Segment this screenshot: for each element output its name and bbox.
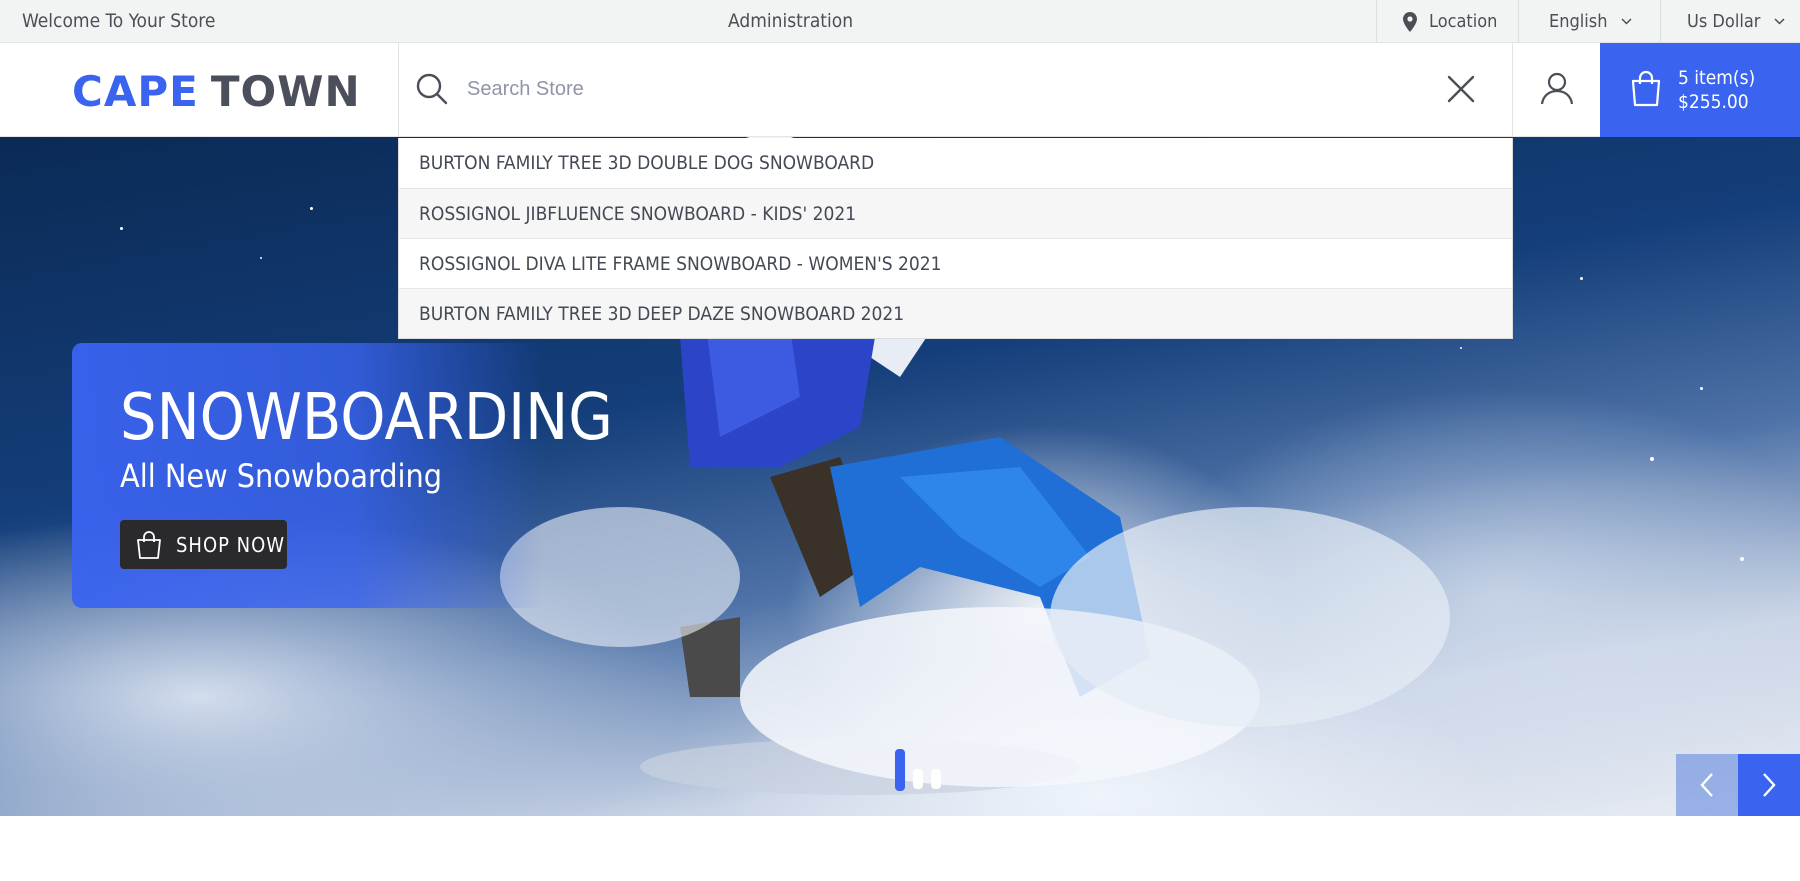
top-bar: Welcome To Your Store Administration Loc… <box>0 0 1800 43</box>
page-content-area <box>0 816 1800 881</box>
cart-summary: 5 item(s) $255.00 <box>1678 66 1755 114</box>
slider-next-button[interactable] <box>1738 754 1800 816</box>
cart-item-count: 5 item(s) <box>1678 67 1756 89</box>
shop-now-button[interactable]: SHOP NOW <box>120 520 287 569</box>
chevron-down-icon <box>1621 18 1633 25</box>
account-button[interactable] <box>1513 43 1600 137</box>
logo-part-1: CAPE <box>72 66 199 116</box>
slider-prev-button[interactable] <box>1676 754 1738 816</box>
search-icon[interactable] <box>415 72 449 111</box>
store-logo[interactable]: CAPE TOWN <box>72 66 361 116</box>
cart-button[interactable]: 5 item(s) $255.00 <box>1600 43 1800 137</box>
close-icon[interactable] <box>1447 75 1475 108</box>
welcome-text: Welcome To Your Store <box>22 10 216 32</box>
cart-total: $255.00 <box>1678 91 1749 113</box>
shopping-bag-icon <box>137 530 161 559</box>
slider-dot-1[interactable] <box>895 749 905 791</box>
suggestion-item[interactable]: BURTON FAMILY TREE 3D DOUBLE DOG SNOWBOA… <box>399 138 1512 188</box>
logo-part-2: TOWN <box>210 66 361 116</box>
chevron-right-icon <box>1763 773 1776 797</box>
suggestion-item[interactable]: BURTON FAMILY TREE 3D DEEP DAZE SNOWBOAR… <box>399 288 1512 338</box>
currency-select[interactable]: Us Dollar <box>1660 0 1800 43</box>
search-bar <box>398 43 1513 137</box>
hero-title: SNOWBOARDING <box>120 381 613 455</box>
language-select[interactable]: English <box>1518 0 1660 43</box>
shopping-bag-icon <box>1630 69 1662 111</box>
slider-dots <box>895 749 941 791</box>
location-link[interactable]: Location <box>1376 0 1518 43</box>
map-pin-icon <box>1403 11 1417 32</box>
suggestion-item[interactable]: ROSSIGNOL DIVA LITE FRAME SNOWBOARD - WO… <box>399 238 1512 288</box>
chevron-left-icon <box>1700 773 1713 797</box>
language-label: English <box>1549 11 1608 32</box>
search-suggestions: BURTON FAMILY TREE 3D DOUBLE DOG SNOWBOA… <box>398 138 1513 339</box>
shop-now-label: SHOP NOW <box>176 532 286 557</box>
administration-link[interactable]: Administration <box>728 0 853 43</box>
search-input[interactable] <box>467 69 1367 109</box>
suggestion-item[interactable]: ROSSIGNOL JIBFLUENCE SNOWBOARD - KIDS' 2… <box>399 188 1512 238</box>
promo-panel: SNOWBOARDING All New Snowboarding SHOP N… <box>72 343 613 608</box>
site-header: CAPE TOWN 5 item(s) $255.00 <box>0 43 1800 137</box>
hero-subtitle: All New Snowboarding <box>120 457 443 495</box>
slider-dot-2[interactable] <box>913 769 923 789</box>
chevron-down-icon <box>1774 18 1785 25</box>
slider-dot-3[interactable] <box>931 769 941 789</box>
user-icon <box>1540 71 1574 110</box>
location-label: Location <box>1429 11 1498 32</box>
currency-label: Us Dollar <box>1687 11 1761 32</box>
